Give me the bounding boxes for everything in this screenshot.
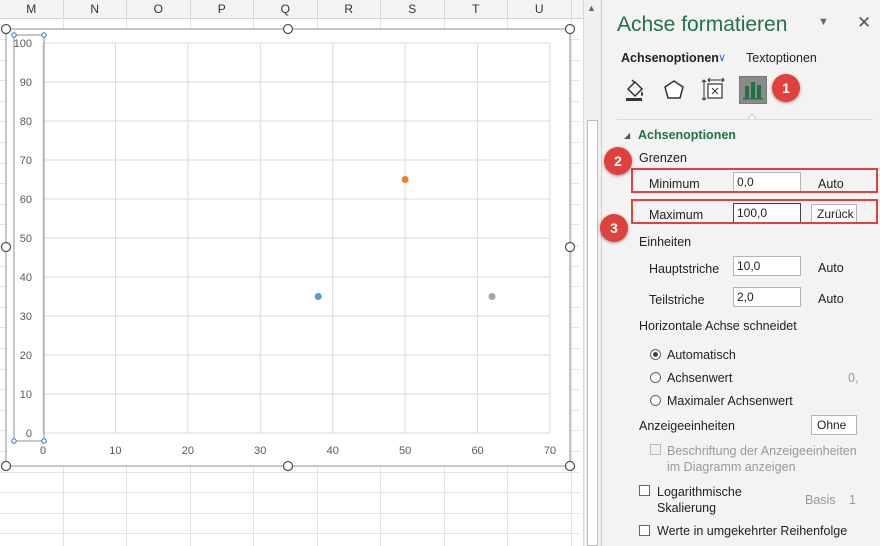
chart-resize-handle[interactable] xyxy=(282,460,294,472)
close-icon[interactable]: ✕ xyxy=(857,13,871,33)
x-tick-label: 50 xyxy=(399,445,411,457)
axis-options-tab[interactable] xyxy=(739,76,767,104)
chart-resize-handle[interactable] xyxy=(564,460,576,472)
size-properties-icon xyxy=(701,77,725,101)
radio-max-axis-value[interactable] xyxy=(650,395,661,406)
pane-options-chevron-icon[interactable]: ▼ xyxy=(818,16,829,28)
axis-selection-handle[interactable] xyxy=(41,32,47,38)
maximum-highlight-box xyxy=(631,199,878,224)
data-point[interactable] xyxy=(401,176,409,183)
data-point[interactable] xyxy=(488,293,496,300)
y-tick-label: 60 xyxy=(20,194,32,206)
fill-bucket-icon xyxy=(626,79,644,101)
tab-text-options[interactable]: Textoptionen xyxy=(746,51,817,65)
y-tick-label: 100 xyxy=(14,38,32,50)
data-point[interactable] xyxy=(314,293,322,300)
axis-value-input[interactable]: 0, xyxy=(848,371,858,385)
x-tick-label: 20 xyxy=(182,445,194,457)
pane-title: Achse formatieren xyxy=(617,13,788,36)
x-tick-label: 60 xyxy=(471,445,483,457)
reverse-order-label[interactable]: Werte in umgekehrter Reihenfolge xyxy=(657,524,847,538)
y-tick-label: 40 xyxy=(20,272,32,284)
major-unit-auto-button[interactable]: Auto xyxy=(818,261,844,275)
tab-axis-options[interactable]: Achsenoptionen xyxy=(621,51,719,65)
scroll-up-icon[interactable]: ▲ xyxy=(587,3,596,13)
units-heading: Einheiten xyxy=(639,235,692,249)
step-badge-3: 3 xyxy=(600,214,628,242)
y-tick-label: 90 xyxy=(20,77,32,89)
step-badge-2: 2 xyxy=(604,147,632,175)
y-tick-label: 70 xyxy=(20,155,32,167)
reverse-order-checkbox[interactable] xyxy=(639,525,650,536)
basis-label: Basis xyxy=(805,493,836,507)
bounds-heading: Grenzen xyxy=(639,151,687,165)
chart-resize-handle[interactable] xyxy=(0,460,12,472)
axis-selection-handle[interactable] xyxy=(41,438,47,444)
log-scale-checkbox[interactable] xyxy=(639,485,650,496)
radio-axis-value-label[interactable]: Achsenwert xyxy=(667,371,732,385)
chevron-down-icon[interactable]: ∨ xyxy=(718,51,726,64)
minor-unit-label: Teilstriche xyxy=(649,293,705,307)
axis-selection-handle[interactable] xyxy=(11,438,17,444)
axis-crosses-heading: Horizontale Achse schneidet xyxy=(639,319,797,333)
step-badge-1: 1 xyxy=(772,74,800,102)
x-tick-label: 0 xyxy=(40,445,46,457)
chart-resize-handle[interactable] xyxy=(282,23,294,35)
collapse-triangle-icon[interactable]: ◢ xyxy=(624,131,630,140)
y-tick-label: 10 xyxy=(20,389,32,401)
size-properties-tab[interactable] xyxy=(700,76,728,104)
y-tick-label: 0 xyxy=(26,428,32,440)
display-units-select[interactable]: Ohne xyxy=(811,415,857,435)
format-axis-pane: Achse formatieren ▼ ✕ Achsenoptionen ∨ T… xyxy=(601,0,880,546)
display-units-label-text: Beschriftung der Anzeigeeinheiten im Dia… xyxy=(667,444,857,474)
radio-automatic-label[interactable]: Automatisch xyxy=(667,348,736,362)
section-axis-options[interactable]: Achsenoptionen xyxy=(638,128,736,142)
minimum-highlight-box xyxy=(631,168,878,193)
vertical-scrollbar[interactable]: ▲ xyxy=(583,0,601,546)
y-tick-label: 80 xyxy=(20,116,32,128)
effects-tab[interactable] xyxy=(660,76,688,104)
pane-separator xyxy=(617,119,873,120)
axis-selection-handle[interactable] xyxy=(11,32,17,38)
chart-resize-handle[interactable] xyxy=(0,23,12,35)
log-scale-label[interactable]: Logarithmische Skalierung xyxy=(657,484,767,516)
basis-input[interactable]: 1 xyxy=(849,493,856,507)
x-tick-label: 40 xyxy=(327,445,339,457)
y-tick-label: 50 xyxy=(20,233,32,245)
chart-resize-handle[interactable] xyxy=(564,23,576,35)
scatter-chart[interactable]: 0 10 20 30 40 50 60 70 80 90 100 0 10 20 30 40 50 60 70 xyxy=(0,0,583,546)
major-unit-input[interactable] xyxy=(733,256,801,276)
scrollbar-thumb[interactable] xyxy=(587,120,598,546)
x-tick-label: 10 xyxy=(109,445,121,457)
radio-max-axis-value-label[interactable]: Maximaler Achsenwert xyxy=(667,394,793,408)
minor-unit-auto-button[interactable]: Auto xyxy=(818,292,844,306)
y-tick-label: 30 xyxy=(20,311,32,323)
display-units-label-checkbox[interactable] xyxy=(650,444,661,455)
y-tick-label: 20 xyxy=(20,350,32,362)
radio-automatic[interactable] xyxy=(650,349,661,360)
chart-area[interactable] xyxy=(5,28,571,467)
x-tick-label: 70 xyxy=(544,445,556,457)
minor-unit-input[interactable] xyxy=(733,287,801,307)
fill-line-tab[interactable] xyxy=(620,76,648,104)
major-unit-label: Hauptstriche xyxy=(649,262,720,276)
radio-axis-value[interactable] xyxy=(650,372,661,383)
chart-resize-handle[interactable] xyxy=(564,241,576,253)
chart-resize-handle[interactable] xyxy=(0,241,12,253)
x-tick-label: 30 xyxy=(254,445,266,457)
display-units-label: Anzeigeeinheiten xyxy=(639,419,735,433)
bar-chart-icon xyxy=(743,82,763,100)
pentagon-icon xyxy=(664,80,684,99)
